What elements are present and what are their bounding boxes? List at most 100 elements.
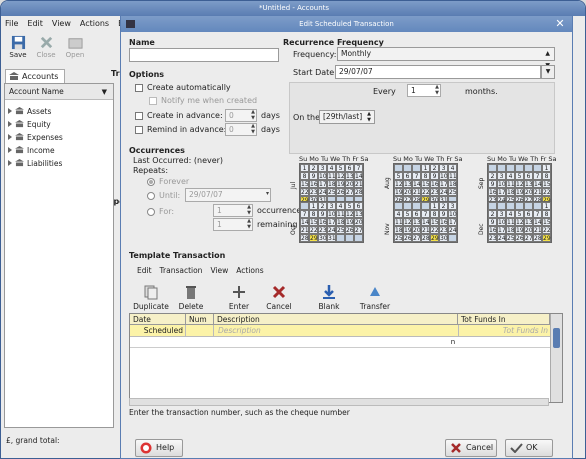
- account-row-equity[interactable]: Equity: [7, 119, 51, 130]
- calendar-day: 17: [318, 180, 327, 188]
- remaining-spinner[interactable]: 1 ▲ ▼: [213, 218, 253, 231]
- chevron-down-icon: ▾: [265, 190, 269, 197]
- template-menu-transaction[interactable]: Transaction: [160, 266, 203, 275]
- calendar-day: 6: [403, 172, 412, 180]
- calendar-day: 9: [488, 218, 497, 226]
- calendar-day: 1: [309, 202, 318, 210]
- ledger-scrollbar[interactable]: [550, 314, 562, 402]
- calendar-day: 18: [394, 226, 403, 234]
- create-advance-spinner[interactable]: 0 ▲ ▼: [225, 109, 257, 122]
- account-row-liabilities[interactable]: Liabilities: [7, 158, 62, 169]
- table-row[interactable]: Scheduled Description Tot Funds In: [130, 325, 550, 337]
- calendar-day: 28: [300, 234, 309, 242]
- row-num[interactable]: [186, 325, 214, 337]
- calendar-day: 18: [506, 226, 515, 234]
- calendar-month-name: Jul: [290, 181, 297, 189]
- calendar-day: 25: [327, 188, 336, 196]
- expander-icon[interactable]: [8, 108, 12, 114]
- account-row-expenses[interactable]: Expenses: [7, 132, 63, 143]
- calendar-day: 2: [488, 172, 497, 180]
- expander-icon[interactable]: [8, 134, 12, 140]
- account-row-income[interactable]: Income: [7, 145, 55, 156]
- delete-button[interactable]: Delete: [171, 284, 211, 311]
- toolbar: Save Close Open: [1, 33, 126, 67]
- calendar-day: 5: [345, 202, 354, 210]
- menu-view[interactable]: View: [52, 16, 71, 32]
- enter-button[interactable]: Enter: [219, 284, 259, 311]
- calendar-day: 28: [354, 188, 363, 196]
- duplicate-label: Duplicate: [133, 302, 169, 311]
- calendar-day: 9: [318, 210, 327, 218]
- calendar-day: 28: [533, 234, 542, 242]
- expander-icon[interactable]: [8, 121, 12, 127]
- day-of-month-select[interactable]: [29th/last] ▲ ▼: [319, 110, 375, 124]
- calendar-day: 11: [394, 218, 403, 226]
- create-automatically-checkbox[interactable]: Create automatically: [135, 83, 231, 92]
- ledger-hscrollbar[interactable]: [129, 398, 549, 406]
- template-header: Template Transaction: [129, 251, 226, 260]
- transfer-button[interactable]: Transfer: [355, 284, 395, 311]
- template-menu-actions[interactable]: Actions: [236, 266, 263, 275]
- calendar-day: 29: [430, 234, 439, 242]
- close-button[interactable]: Close: [33, 33, 59, 59]
- remind-advance-spinner[interactable]: 0 ▲ ▼: [225, 123, 257, 136]
- grand-total: £, grand total:: [6, 436, 60, 445]
- calendar-day: 12: [515, 180, 524, 188]
- start-date-input[interactable]: 29/07/07: [335, 65, 541, 79]
- calendar-day-empty: [515, 202, 524, 210]
- frequency-select[interactable]: Monthly▲▼: [337, 47, 555, 69]
- for-radio[interactable]: For:: [147, 207, 174, 216]
- menu-file[interactable]: File: [5, 16, 18, 32]
- calendar-day: 23: [488, 234, 497, 242]
- row-description[interactable]: Description: [218, 325, 261, 337]
- name-input[interactable]: [129, 48, 279, 62]
- blank-button[interactable]: Blank: [309, 284, 349, 311]
- menu-actions[interactable]: Actions: [80, 16, 109, 32]
- cancel-button[interactable]: Cancel: [445, 439, 497, 457]
- calendar-day: 15: [309, 218, 318, 226]
- until-date-input[interactable]: 29/07/07 ▾: [185, 188, 271, 202]
- bank-icon: [15, 133, 24, 141]
- create-in-advance-checkbox[interactable]: Create in advance:: [135, 111, 223, 120]
- forever-radio[interactable]: Forever: [147, 177, 189, 186]
- row-reconcile-flag[interactable]: n: [448, 337, 458, 348]
- duplicate-button[interactable]: Duplicate: [131, 284, 171, 311]
- scrollbar-thumb[interactable]: [553, 328, 560, 348]
- calendar-day: 18: [336, 218, 345, 226]
- calendar-day: 17: [439, 180, 448, 188]
- help-button[interactable]: Help: [135, 439, 183, 457]
- calendar-day: 29: [309, 234, 318, 242]
- save-label: Save: [9, 51, 27, 59]
- until-date-value: 29/07/07: [189, 190, 223, 199]
- every-spinner[interactable]: 1 ▲ ▼: [407, 84, 441, 97]
- row-tot-funds-in[interactable]: Tot Funds In: [458, 325, 550, 337]
- calendar-day: 21: [300, 226, 309, 234]
- bank-icon: [15, 159, 24, 167]
- close-icon[interactable]: ✕: [554, 18, 566, 30]
- calendar-day: 7: [412, 172, 421, 180]
- template-menu-view[interactable]: View: [210, 266, 228, 275]
- notify-checkbox[interactable]: Notify me when created: [149, 96, 257, 105]
- calendar-day: 20: [354, 218, 363, 226]
- remind-in-advance-checkbox[interactable]: Remind in advance:: [135, 125, 226, 134]
- expander-icon[interactable]: [8, 160, 12, 166]
- save-button[interactable]: Save: [5, 33, 31, 59]
- occurrences-spinner[interactable]: 1 ▲ ▼: [213, 204, 253, 217]
- template-menu-edit[interactable]: Edit: [137, 266, 152, 275]
- calendar-day: 21: [421, 226, 430, 234]
- account-row-assets[interactable]: Assets: [7, 106, 51, 117]
- table-row[interactable]: n: [130, 337, 550, 348]
- ok-button[interactable]: OK: [505, 439, 553, 457]
- row-date[interactable]: Scheduled: [130, 325, 186, 337]
- expander-icon[interactable]: [8, 147, 12, 153]
- until-radio[interactable]: Until:: [147, 191, 180, 200]
- calendar-day: 30: [439, 234, 448, 242]
- tab-accounts[interactable]: Accounts: [5, 69, 65, 83]
- menu-edit[interactable]: Edit: [27, 16, 43, 32]
- frequency-value: Monthly: [341, 49, 372, 58]
- chevron-down-icon[interactable]: ▼: [541, 65, 555, 79]
- cancel-transaction-button[interactable]: Cancel: [259, 284, 299, 311]
- calendar-day: 8: [300, 172, 309, 180]
- account-name-header[interactable]: Account Name ▼: [5, 84, 113, 100]
- open-button[interactable]: Open: [61, 33, 89, 59]
